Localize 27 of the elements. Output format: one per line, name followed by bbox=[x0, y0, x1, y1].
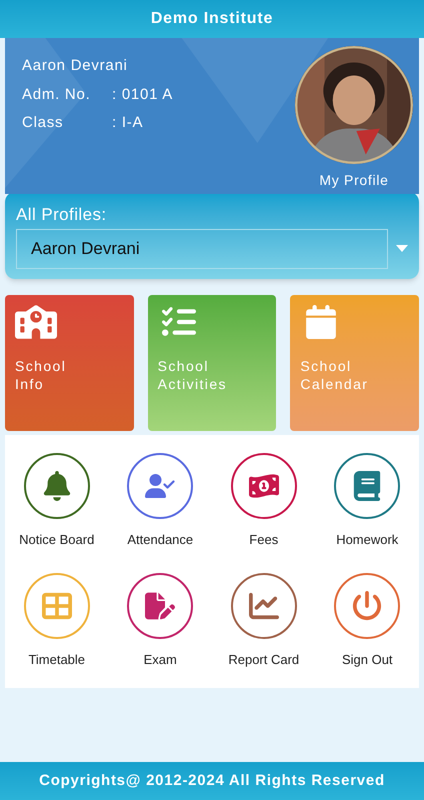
admission-number: : 0101 A bbox=[112, 84, 174, 104]
power-icon bbox=[352, 591, 382, 621]
menu-item[interactable]: Exam bbox=[108, 573, 212, 670]
book-icon bbox=[352, 470, 382, 500]
bell-icon bbox=[42, 470, 72, 500]
menu-item[interactable]: Notice Board bbox=[5, 452, 108, 549]
profiles-label: All Profiles: bbox=[16, 204, 108, 226]
menu-item[interactable]: Timetable bbox=[5, 573, 108, 670]
menu-item[interactable]: Attendance bbox=[108, 452, 212, 549]
menu-item[interactable]: Homework bbox=[316, 452, 419, 549]
class-label: Class bbox=[22, 113, 64, 133]
menu-item[interactable]: Sign Out bbox=[316, 573, 419, 670]
profile-dropdown[interactable]: Aaron Devrani bbox=[16, 228, 388, 268]
menu-item[interactable]: Fees bbox=[212, 452, 316, 549]
dropdown-arrow-icon bbox=[396, 245, 408, 252]
copyright-text: Copyrights@ 2012-2024 All Rights Reserved bbox=[39, 770, 385, 791]
admission-label: Adm. No. bbox=[22, 84, 92, 104]
header-title: Demo Institute bbox=[150, 9, 274, 29]
menu-item[interactable]: Report Card bbox=[212, 573, 316, 670]
student-name: Aaron Devrani bbox=[22, 56, 129, 76]
school-building-icon bbox=[15, 304, 57, 338]
file-pen-icon bbox=[145, 591, 176, 621]
line-chart-icon bbox=[248, 591, 279, 621]
my-profile-link[interactable]: My Profile bbox=[319, 170, 389, 191]
class-value: : I-A bbox=[112, 113, 144, 133]
feature-tile[interactable]: School Info bbox=[5, 294, 134, 430]
grid-icon bbox=[42, 591, 72, 621]
